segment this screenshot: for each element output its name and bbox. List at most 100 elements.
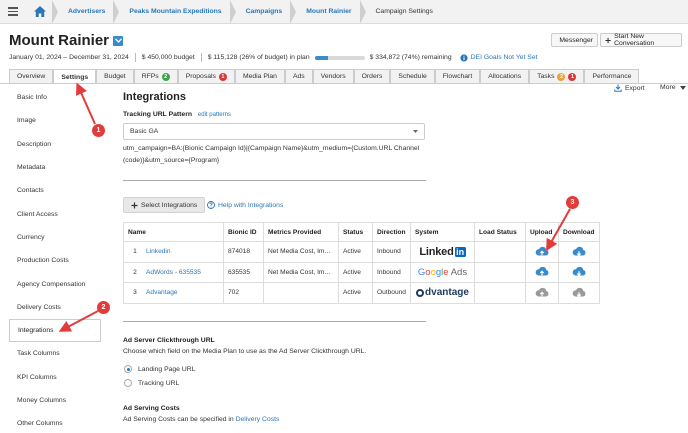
export-button[interactable]: Export (614, 84, 645, 92)
cell-bionic-id: 702 (223, 282, 264, 304)
messenger-button[interactable]: Messenger (551, 33, 598, 47)
tab-label: Tasks (537, 73, 555, 80)
integration-name-link[interactable]: Linkedin (146, 248, 171, 255)
tab-count-badge: 2 (557, 72, 566, 81)
cell-metrics: Net Media Cost, Im… (263, 261, 339, 283)
tab-label: Allocations (488, 73, 522, 80)
upload-cloud-icon[interactable] (535, 246, 549, 258)
radio-button[interactable] (124, 379, 132, 387)
dei-goals-link[interactable]: DEI Goals Not Yet Set (460, 53, 538, 62)
export-label: Export (625, 84, 645, 92)
menu-icon[interactable] (0, 0, 26, 24)
tab-count-badge: 1 (568, 72, 577, 81)
tab-overview[interactable]: Overview (9, 69, 54, 83)
tab-proposals[interactable]: Proposals 1 (177, 69, 235, 83)
campaign-dates: January 01, 2024 – December 31, 2024 (9, 54, 129, 61)
remaining-amount: $ 334,872 (74%) remaining (369, 54, 452, 61)
select-integrations-button[interactable]: Select Integrations (123, 197, 206, 213)
breadcrumb-current: Campaign Settings (375, 8, 433, 15)
integration-name-link[interactable]: Advantage (146, 289, 178, 296)
integrations-table: Name Bionic ID Metrics Provided Status Direc… (123, 222, 600, 304)
column-header-upload: Upload (525, 222, 559, 242)
breadcrumb-campaign[interactable]: Mount Rainier (296, 0, 366, 24)
tab-ads[interactable]: Ads (284, 69, 313, 83)
row-number: 1 (133, 248, 137, 256)
sidenav-item-task-columns[interactable]: Task Columns (9, 342, 101, 365)
sidenav-item-image[interactable]: Image (9, 109, 101, 132)
table-header-row: Name Bionic ID Metrics Provided Status Direc… (123, 222, 600, 242)
cell-download (558, 282, 600, 304)
cell-bionic-id: 874018 (223, 241, 264, 263)
breadcrumb-home[interactable] (26, 0, 58, 24)
breadcrumb-advertisers[interactable]: Advertisers (58, 0, 120, 24)
breadcrumb-advertiser[interactable]: Peaks Mountain Expeditions (119, 0, 236, 24)
tab-label: Media Plan (242, 73, 277, 80)
sidenav-item-money-columns[interactable]: Money Columns (9, 389, 101, 412)
delivery-costs-link[interactable]: Delivery Costs (236, 416, 280, 423)
sidenav-item-delivery-costs[interactable]: Delivery Costs (9, 296, 101, 319)
upload-cloud-icon[interactable] (535, 266, 549, 278)
more-menu-button[interactable]: More (660, 84, 686, 91)
row-number: 3 (133, 289, 137, 297)
help-icon (207, 201, 215, 209)
sidenav-item-currency[interactable]: Currency (9, 226, 101, 249)
tab-settings[interactable]: Settings (53, 69, 97, 84)
tab-label: Schedule (398, 73, 427, 80)
column-header-status: Status (338, 222, 373, 242)
radio-button-selected[interactable] (124, 365, 132, 373)
tab-tasks[interactable]: Tasks 2 1 (529, 69, 585, 83)
sidenav-item-contacts[interactable]: Contacts (9, 179, 101, 202)
cell-direction: Inbound (372, 261, 411, 283)
sidenav-item-production-costs[interactable]: Production Costs (9, 249, 101, 272)
tab-performance[interactable]: Performance (584, 69, 640, 83)
tab-orders[interactable]: Orders (353, 69, 391, 83)
sidenav-item-kpi-columns[interactable]: KPI Columns (9, 366, 101, 389)
download-cloud-icon[interactable] (572, 246, 586, 258)
integration-name-link[interactable]: AdWords - 635535 (146, 269, 201, 276)
breadcrumb-campaigns[interactable]: Campaigns (236, 0, 297, 24)
start-conversation-label: Start New Conversation (614, 33, 655, 47)
sidenav-item-metadata[interactable]: Metadata (9, 156, 101, 179)
row-number: 2 (133, 268, 137, 276)
radio-landing-page-url[interactable]: Landing Page URL (124, 365, 195, 373)
help-integrations-link[interactable]: Help with Integrations (207, 201, 283, 209)
breadcrumb: Advertisers Peaks Mountain Expeditions C… (0, 0, 688, 24)
tab-label: Performance (592, 73, 632, 80)
upload-cloud-icon[interactable] (535, 287, 549, 299)
sidenav-item-other-columns[interactable]: Other Columns (9, 412, 101, 433)
clickthrough-description: Choose which field on the Media Plan to … (123, 348, 367, 355)
sidenav-item-integrations[interactable]: Integrations (9, 318, 101, 343)
export-icon (614, 84, 622, 92)
sidenav-item-agency-compensation[interactable]: Agency Compensation (9, 272, 101, 295)
sidenav-item-description[interactable]: Description (9, 133, 101, 156)
cell-name: 2 AdWords - 635535 (123, 261, 224, 283)
tracking-url-label-text: Tracking URL Pattern (123, 111, 192, 118)
cell-system: dvantage (410, 282, 475, 304)
section-heading: Integrations (123, 91, 186, 103)
chevron-down-icon[interactable] (113, 35, 123, 46)
tab-budget[interactable]: Budget (96, 69, 134, 83)
tab-vendors[interactable]: Vendors (312, 69, 354, 83)
radio-label: Tracking URL (138, 379, 180, 387)
tab-media-plan[interactable]: Media Plan (234, 69, 285, 83)
ad-serving-heading: Ad Serving Costs (123, 405, 180, 412)
tab-count-badge: 2 (161, 72, 170, 81)
edit-patterns-link[interactable]: edit patterns (198, 112, 231, 118)
download-cloud-icon[interactable] (572, 287, 586, 299)
tracking-url-select[interactable]: Basic GA (123, 123, 425, 140)
column-header-load-status: Load Status (474, 222, 526, 242)
column-header-system: System (410, 222, 475, 242)
download-cloud-icon[interactable] (572, 266, 586, 278)
annotation-marker-3: 3 (566, 196, 579, 209)
sidenav-item-basic-info[interactable]: Basic Info (9, 86, 101, 109)
tab-label: Flowchart (442, 73, 473, 80)
tab-flowchart[interactable]: Flowchart (434, 69, 481, 83)
tab-rfps[interactable]: RFPs 2 (133, 69, 178, 83)
cell-system: Google Ads (410, 261, 475, 283)
tab-schedule[interactable]: Schedule (390, 69, 435, 83)
start-conversation-button[interactable]: Start New Conversation (600, 33, 682, 47)
tab-allocations[interactable]: Allocations (480, 69, 530, 83)
radio-tracking-url[interactable]: Tracking URL (124, 379, 179, 387)
sidenav-item-client-access[interactable]: Client Access (9, 202, 101, 225)
cell-upload (525, 261, 559, 283)
